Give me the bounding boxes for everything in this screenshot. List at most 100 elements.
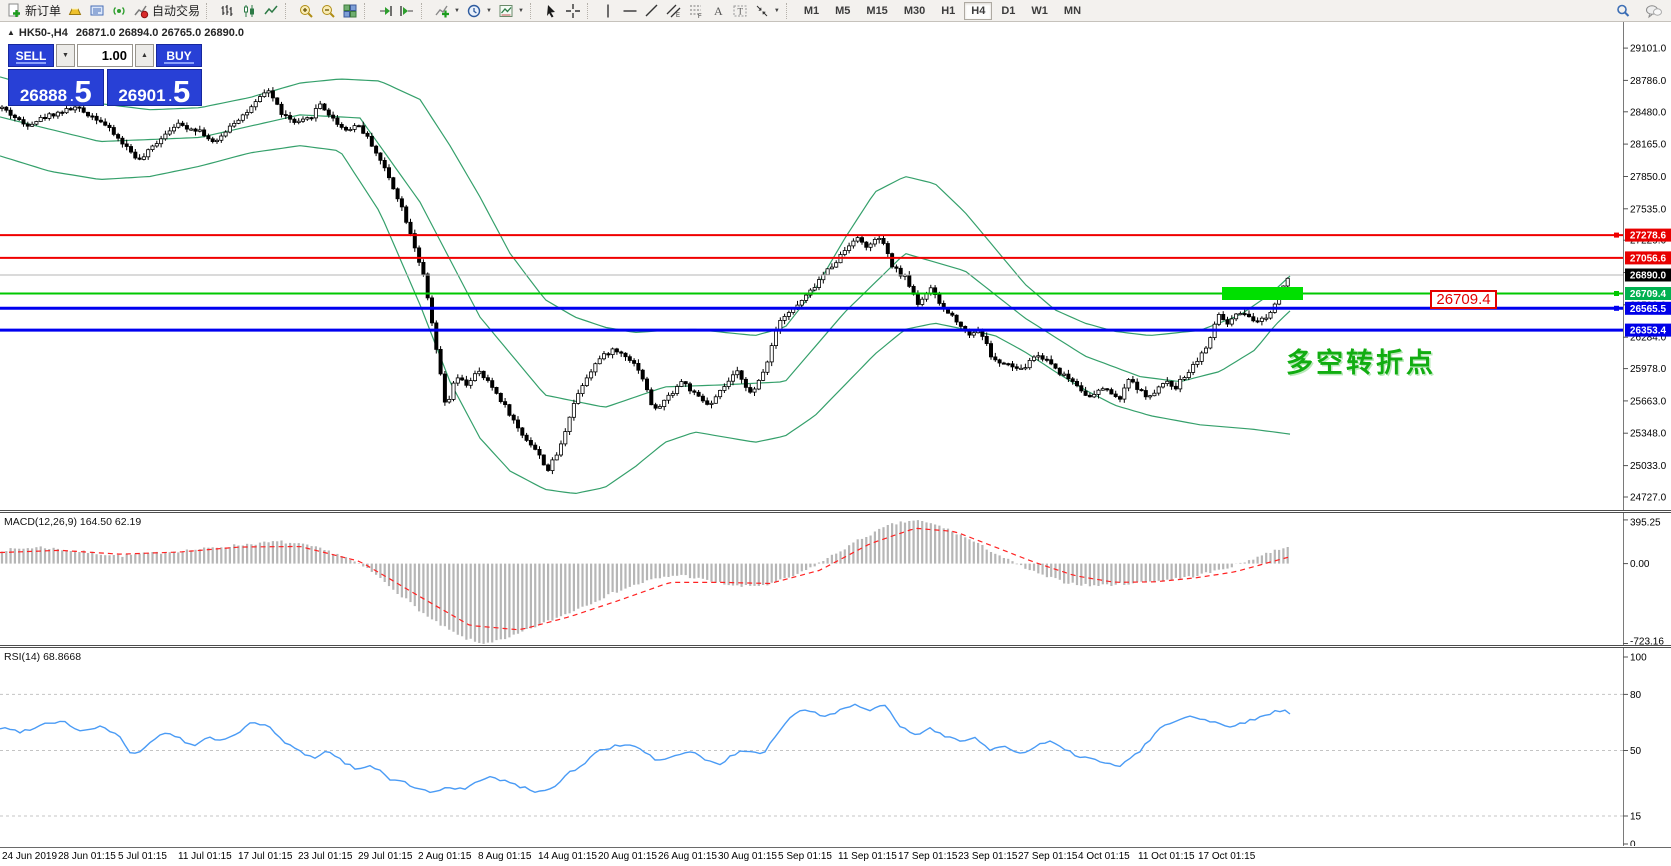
timeframe-toolbar: M1 M5 M15 M30 H1 H4 D1 W1 MN <box>796 1 1089 20</box>
chat-button[interactable] <box>1642 1 1665 21</box>
zoom-out-icon <box>322 4 335 18</box>
svg-text:28786.0: 28786.0 <box>1630 76 1667 87</box>
svg-text:RSI(14) 68.8668: RSI(14) 68.8668 <box>4 651 81 663</box>
template-icon <box>499 4 513 17</box>
svg-text:28165.0: 28165.0 <box>1630 140 1667 151</box>
fibonacci-icon: F <box>689 5 702 19</box>
chart-shift-button[interactable] <box>396 1 418 21</box>
candlestick-icon <box>244 4 255 17</box>
new-order-icon <box>8 3 20 17</box>
toolbar-separator <box>529 2 537 19</box>
price-chart-pane[interactable]: 29101.0 28786.0 28480.0 28165.0 27850.0 27535… <box>0 22 1671 510</box>
svg-text:26565.5: 26565.5 <box>1630 304 1667 315</box>
sell-price-display[interactable]: 26888 . 5 <box>8 69 104 109</box>
timeframe-button-M5[interactable]: M5 <box>828 2 857 20</box>
bar-chart-mode-button[interactable] <box>216 1 238 21</box>
indicators-icon <box>435 5 450 17</box>
svg-text:100: 100 <box>1630 653 1647 664</box>
time-axis-label: 23 Sep 01:15 <box>958 851 1018 862</box>
time-axis-label: 4 Oct 01:15 <box>1078 851 1130 862</box>
timeframe-button-M30[interactable]: M30 <box>897 2 932 20</box>
sell-price-fraction: 5 <box>74 73 92 109</box>
svg-text:E: E <box>676 13 680 19</box>
timeframe-button-H1[interactable]: H1 <box>934 2 962 20</box>
svg-text:MACD(12,26,9) 164.50 62.19: MACD(12,26,9) 164.50 62.19 <box>4 516 141 528</box>
equidistant-channel-icon: E <box>666 4 681 19</box>
svg-text:T: T <box>737 6 743 16</box>
line-chart-icon <box>264 5 278 14</box>
indicators-button[interactable]: ▼ <box>431 1 463 21</box>
volume-input[interactable] <box>77 44 133 67</box>
svg-text:F: F <box>698 14 702 19</box>
zoom-in-icon <box>300 4 313 18</box>
horizontal-line-tool-button[interactable] <box>619 1 641 21</box>
trendline-tool-button[interactable] <box>641 1 663 21</box>
new-order-button[interactable]: 新订单 <box>3 1 64 21</box>
svg-text:27850.0: 27850.0 <box>1630 172 1667 183</box>
candlestick-mode-button[interactable] <box>238 1 260 21</box>
periods-button[interactable]: ▼ <box>463 1 495 21</box>
search-button[interactable] <box>1612 1 1634 21</box>
timeframe-button-D1[interactable]: D1 <box>994 2 1022 20</box>
pane-separator[interactable] <box>0 510 1671 513</box>
ohlc-values: 26871.0 26894.0 26765.0 26890.0 <box>75 27 245 39</box>
auto-trading-button[interactable]: 自动交易 <box>130 1 203 21</box>
dropdown-caret-icon: ▼ <box>454 7 460 14</box>
horizontal-line-icon <box>623 9 637 12</box>
crosshair-icon <box>565 3 580 18</box>
search-icon <box>1617 4 1630 17</box>
chart-title: ▲ HK50-,H4 26871.0 26894.0 26765.0 26890.0 <box>7 27 244 39</box>
svg-text:50: 50 <box>1630 746 1642 757</box>
templates-button[interactable]: ▼ <box>495 1 527 21</box>
auto-scroll-button[interactable] <box>374 1 396 21</box>
toolbar-separator <box>421 2 428 19</box>
time-axis[interactable]: 24 Jun 2019 28 Jun 01:15 5 Jul 01:15 11 Jul… <box>0 847 1671 866</box>
signals-icon <box>113 6 125 15</box>
timeframe-button-H4[interactable]: H4 <box>964 2 993 20</box>
crosshair-tool-button[interactable] <box>562 1 584 21</box>
svg-text:27056.6: 27056.6 <box>1630 254 1667 265</box>
time-axis-label: 5 Sep 01:15 <box>778 851 832 862</box>
buy-button[interactable]: BUY <box>156 44 202 67</box>
timeframe-button-W1[interactable]: W1 <box>1024 2 1055 20</box>
buy-price-display[interactable]: 26901 . 5 <box>106 69 202 107</box>
macd-indicator-pane[interactable]: MACD(12,26,9) 164.50 62.19 395.25 0.00 -723… <box>0 513 1671 645</box>
volume-decrease-button[interactable]: ▼ <box>56 44 75 67</box>
channel-tool-button[interactable]: E <box>663 1 685 21</box>
svg-text:29101.0: 29101.0 <box>1630 44 1667 55</box>
timeframe-button-M15[interactable]: M15 <box>859 2 894 20</box>
arrows-tool-button[interactable]: ▼ <box>751 1 783 21</box>
time-axis-label: 11 Jul 01:15 <box>178 851 232 862</box>
svg-text:80: 80 <box>1630 690 1642 701</box>
tile-windows-button[interactable] <box>339 1 361 21</box>
market-depth-button[interactable] <box>86 1 108 21</box>
sell-price-main: 26888 <box>19 86 68 105</box>
sell-button[interactable]: SELL <box>8 44 54 67</box>
svg-text:26709.4: 26709.4 <box>1630 289 1667 300</box>
line-chart-mode-button[interactable] <box>260 1 282 21</box>
bar-chart-icon <box>221 4 233 16</box>
price-level-annotation: 26709.4 <box>1430 290 1497 309</box>
svg-text:0: 0 <box>1630 840 1636 847</box>
top-toolbar: 新订单 自动交易 ▼ ▼ ▼ E F A T ▼ M1 M5 M15 M30 H… <box>0 0 1671 22</box>
svg-text:0.00: 0.00 <box>1630 559 1650 570</box>
timeframe-button-M1[interactable]: M1 <box>797 2 826 20</box>
cursor-tool-button[interactable] <box>540 1 562 21</box>
gold-ingot-button[interactable] <box>64 1 86 21</box>
text-label-tool-button[interactable]: T <box>729 1 751 21</box>
vertical-line-tool-button[interactable] <box>597 1 619 21</box>
zoom-out-button[interactable] <box>317 1 339 21</box>
time-axis-label: 17 Jul 01:15 <box>238 851 293 862</box>
fibonacci-tool-button[interactable]: F <box>685 1 707 21</box>
text-tool-button[interactable]: A <box>707 1 729 21</box>
volume-increase-button[interactable]: ▲ <box>135 44 154 67</box>
pane-separator[interactable] <box>0 645 1671 648</box>
text-icon: A <box>714 4 723 18</box>
timeframe-button-MN[interactable]: MN <box>1057 2 1088 20</box>
svg-text:25033.0: 25033.0 <box>1630 461 1667 472</box>
dropdown-caret-icon: ▼ <box>517 7 524 14</box>
signals-button[interactable] <box>108 1 130 21</box>
svg-text:25348.0: 25348.0 <box>1630 429 1667 440</box>
zoom-in-button[interactable] <box>295 1 317 21</box>
rsi-indicator-pane[interactable]: RSI(14) 68.8668 100 80 50 15 0 <box>0 648 1671 846</box>
